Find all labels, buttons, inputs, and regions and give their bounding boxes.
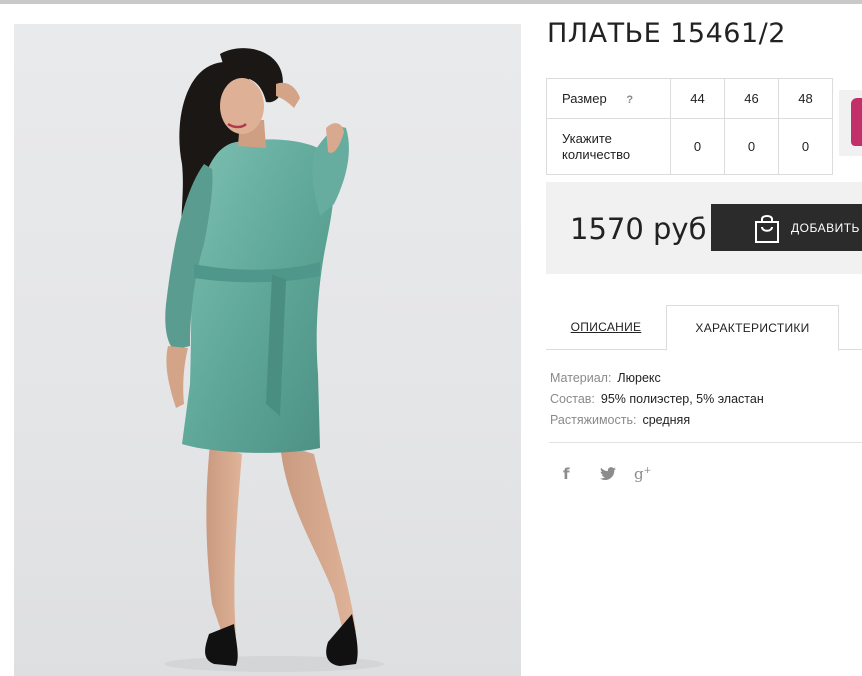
size-label: Размер [562,91,607,106]
size-option-46[interactable]: 46 [724,78,779,119]
spec-key: Растяжимость: [550,413,637,427]
spec-value: средняя [642,413,691,427]
section-divider [549,442,862,443]
google-plus-sup: + [643,466,652,476]
spec-key: Материал: [550,371,612,385]
spec-material: Материал: Люрекс [550,368,764,389]
add-to-cart-button[interactable]: ДОБАВИТЬ [711,204,862,251]
top-border [0,0,862,4]
spec-stretch: Растяжимость: средняя [550,410,764,431]
size-option-48[interactable]: 48 [778,78,833,119]
characteristics-list: Материал: Люрекс Состав: 95% полиэстер, 5%… [550,368,764,431]
shopping-bag-icon [755,214,779,243]
quantity-label-line1: Укажите [562,130,612,146]
info-tabs: ОПИСАНИЕ ХАРАКТЕРИСТИКИ [546,305,862,351]
price-box: 1570 руб ДОБАВИТЬ [546,182,862,274]
size-label-cell: Размер ? [546,78,671,119]
size-option-44[interactable]: 44 [670,78,725,119]
quantity-row: Укажите количество 0 0 0 [546,118,833,175]
product-price: 1570 руб [570,212,707,246]
google-plus-letter: g [634,465,644,483]
tab-description[interactable]: ОПИСАНИЕ [546,305,666,349]
add-to-cart-label: ДОБАВИТЬ [791,220,860,235]
quantity-label-cell: Укажите количество [546,118,671,175]
size-help-icon[interactable]: ? [626,94,633,106]
product-photo[interactable] [14,24,521,676]
quantity-label-line2: количество [562,146,631,162]
quantity-input-46[interactable]: 0 [724,118,779,175]
product-thumbnail[interactable] [839,90,862,156]
google-plus-icon[interactable]: g+ [634,465,651,483]
quantity-input-48[interactable]: 0 [778,118,833,175]
product-title: ПЛАТЬЕ 15461/2 [547,18,786,49]
spec-value: 95% полиэстер, 5% эластан [600,392,764,406]
social-share: f g+ [563,465,651,483]
size-quantity-table: Размер ? 44 46 48 Укажите количество 0 0… [546,78,833,175]
tab-characteristics[interactable]: ХАРАКТЕРИСТИКИ [666,305,839,351]
spec-value: Люрекс [617,371,661,385]
quantity-input-44[interactable]: 0 [670,118,725,175]
model-illustration [164,48,384,672]
size-row: Размер ? 44 46 48 [546,78,833,119]
spec-key: Состав: [550,392,595,406]
thumbnail-image [851,98,862,146]
twitter-icon[interactable] [600,467,616,481]
facebook-icon[interactable]: f [563,465,579,483]
spec-composition: Состав: 95% полиэстер, 5% эластан [550,389,764,410]
